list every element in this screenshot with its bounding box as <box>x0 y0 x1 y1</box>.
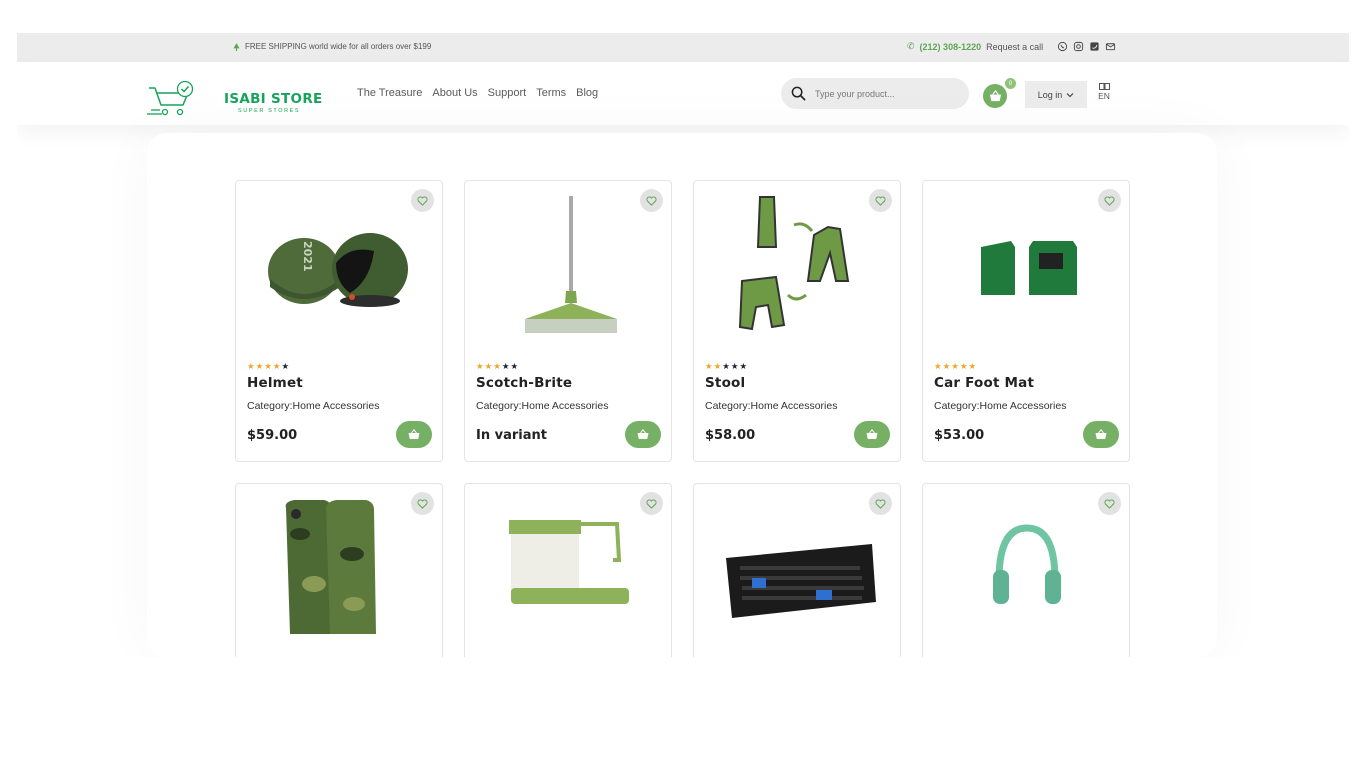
language-switcher[interactable]: EN <box>1097 83 1111 101</box>
contact-bar: ✆ (212) 308-1220 Request a call <box>907 41 1116 52</box>
rating-stars: ★★★★★ <box>934 361 978 371</box>
site-header: ISABI STORE SUPER STORES The Treasure Ab… <box>17 62 1349 125</box>
shipping-notice: FREE SHIPPING world wide for all orders … <box>233 42 431 51</box>
stool-image[interactable] <box>712 191 884 341</box>
login-label: Log in <box>1037 89 1063 100</box>
language-icon <box>1098 83 1110 90</box>
basket-icon <box>1095 429 1107 439</box>
product-card[interactable]: 2021 ★★★★★ Helmet Category:Home Accessor… <box>235 180 443 462</box>
whatsapp-icon[interactable] <box>1057 41 1068 52</box>
basket-icon <box>637 429 649 439</box>
shipping-text: FREE SHIPPING world wide for all orders … <box>245 42 432 51</box>
keyboard-image[interactable] <box>712 494 884 644</box>
headphones-image[interactable] <box>941 494 1113 644</box>
product-category: Category:Home Accessories <box>247 400 380 412</box>
add-to-cart-button[interactable] <box>854 421 890 448</box>
product-card[interactable] <box>464 483 672 657</box>
cart-count-badge: 0 <box>1005 78 1016 89</box>
phone-number[interactable]: (212) 308-1220 <box>920 42 982 52</box>
basket-icon <box>866 429 878 439</box>
product-card[interactable] <box>922 483 1130 657</box>
basket-icon <box>408 429 420 439</box>
add-to-cart-button[interactable] <box>396 421 432 448</box>
product-category: Category:Home Accessories <box>476 400 609 412</box>
search-bar[interactable] <box>781 78 969 109</box>
search-icon[interactable] <box>791 86 806 101</box>
product-name[interactable]: Scotch-Brite <box>476 375 572 391</box>
tree-icon <box>233 42 240 51</box>
cart-logo-icon[interactable] <box>147 81 195 121</box>
product-price: $59.00 <box>247 428 298 443</box>
product-card[interactable] <box>235 483 443 657</box>
helmet-image[interactable]: 2021 <box>254 191 426 341</box>
product-name[interactable]: Car Foot Mat <box>934 375 1034 391</box>
product-price: $58.00 <box>705 428 756 443</box>
basket-icon <box>989 89 1001 101</box>
main-nav: The Treasure About Us Support Terms Blog <box>357 87 598 99</box>
top-bar: FREE SHIPPING world wide for all orders … <box>17 33 1349 62</box>
nav-item-terms[interactable]: Terms <box>536 87 566 99</box>
product-name[interactable]: Stool <box>705 375 745 391</box>
product-card[interactable]: ★★★★★ Scotch-Brite Category:Home Accesso… <box>464 180 672 462</box>
product-name[interactable]: Helmet <box>247 375 303 391</box>
twitter-icon[interactable] <box>1089 41 1100 52</box>
key-cover-image[interactable] <box>254 494 426 644</box>
product-price: In variant <box>476 428 547 443</box>
nav-item-support[interactable]: Support <box>488 87 527 99</box>
product-category: Category:Home Accessories <box>934 400 1067 412</box>
rating-stars: ★★★★★ <box>476 361 520 371</box>
product-price: $53.00 <box>934 428 985 443</box>
add-to-cart-button[interactable] <box>625 421 661 448</box>
cart-button[interactable] <box>983 84 1007 108</box>
brand-name[interactable]: ISABI STORE <box>224 91 323 107</box>
brand-subtitle: SUPER STORES <box>238 108 301 114</box>
product-card[interactable] <box>693 483 901 657</box>
phone-icon: ✆ <box>907 41 915 51</box>
svg-text:2021: 2021 <box>301 241 314 272</box>
nav-item-about-us[interactable]: About Us <box>432 87 477 99</box>
car-foot-mat-image[interactable] <box>941 191 1113 341</box>
nav-item-the-treasure[interactable]: The Treasure <box>357 87 422 99</box>
mail-icon[interactable] <box>1105 41 1116 52</box>
add-to-cart-button[interactable] <box>1083 421 1119 448</box>
sink-caddy-image[interactable] <box>483 494 655 644</box>
chevron-down-icon <box>1066 92 1074 97</box>
rating-stars: ★★★★★ <box>705 361 749 371</box>
request-call-link[interactable]: Request a call <box>986 42 1043 52</box>
product-category: Category:Home Accessories <box>705 400 838 412</box>
page-frame: FREE SHIPPING world wide for all orders … <box>17 33 1349 657</box>
search-input[interactable] <box>815 88 955 99</box>
product-card[interactable]: ★★★★★ Car Foot Mat Category:Home Accesso… <box>922 180 1130 462</box>
squeegee-image[interactable] <box>483 191 655 341</box>
login-button[interactable]: Log in <box>1025 81 1087 108</box>
language-label: EN <box>1098 91 1110 101</box>
nav-item-blog[interactable]: Blog <box>576 87 598 99</box>
instagram-icon[interactable] <box>1073 41 1084 52</box>
rating-stars: ★★★★★ <box>247 361 291 371</box>
product-card[interactable]: ★★★★★ Stool Category:Home Accessories $5… <box>693 180 901 462</box>
